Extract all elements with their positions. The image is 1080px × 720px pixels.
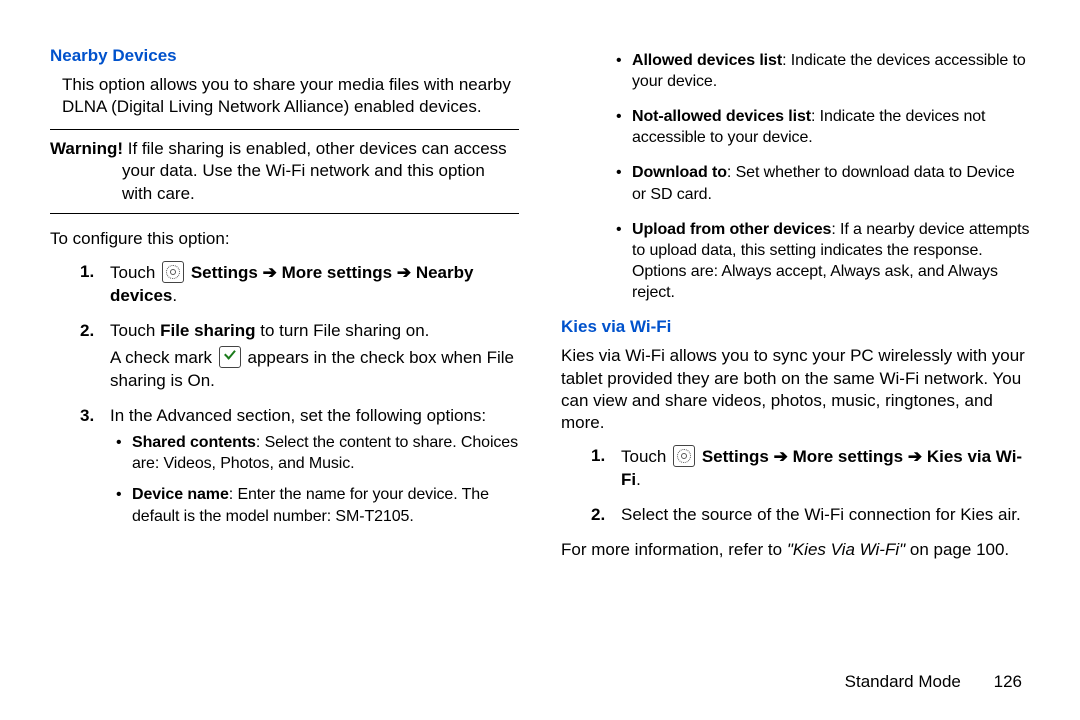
step-text-more-settings: More settings <box>277 263 397 282</box>
step-text: Touch <box>110 321 160 340</box>
more-info-b: on page 100. <box>905 540 1009 559</box>
manual-page: Nearby Devices This option allows you to… <box>0 0 1080 720</box>
bullet-download-to: Download to: Set whether to download dat… <box>616 162 1030 204</box>
bullet-label: Upload from other devices <box>632 221 831 238</box>
left-step-3: 3. In the Advanced section, set the foll… <box>50 405 519 526</box>
step-period: . <box>172 286 177 305</box>
step-number: 2. <box>591 504 605 527</box>
step-text-more-settings: More settings <box>788 447 908 466</box>
step-text-settings: Settings <box>191 263 263 282</box>
step-text-touch: Touch <box>110 263 160 282</box>
bullet-label: Device name <box>132 486 229 503</box>
step-text-touch: Touch <box>621 447 671 466</box>
arrow-icon: ➔ <box>908 447 922 466</box>
page-footer: Standard Mode 126 <box>845 672 1022 692</box>
bullet-allowed: Allowed devices list: Indicate the devic… <box>616 50 1030 92</box>
right-step-1: 1. Touch Settings ➔ More settings ➔ Kies… <box>561 445 1030 492</box>
left-steps: 1. Touch Settings ➔ More settings ➔ Near… <box>50 261 519 527</box>
right-step-2: 2. Select the source of the Wi-Fi connec… <box>561 504 1030 527</box>
right-bullets: Allowed devices list: Indicate the devic… <box>616 50 1030 303</box>
step-text: In the Advanced section, set the followi… <box>110 406 486 425</box>
bullet-not-allowed: Not-allowed devices list: Indicate the d… <box>616 106 1030 148</box>
bullet-label: Not-allowed devices list <box>632 108 811 125</box>
right-steps: 1. Touch Settings ➔ More settings ➔ Kies… <box>561 445 1030 527</box>
step-number: 1. <box>80 261 94 284</box>
nearby-devices-intro: This option allows you to share your med… <box>50 74 519 119</box>
bullet-device-name: Device name: Enter the name for your dev… <box>110 484 519 526</box>
gear-icon <box>162 261 184 283</box>
more-info-a: For more information, refer to <box>561 540 787 559</box>
warning-body: If file sharing is enabled, other device… <box>122 139 507 203</box>
right-column: Allowed devices list: Indicate the devic… <box>561 46 1030 571</box>
left-column: Nearby Devices This option allows you to… <box>50 46 519 571</box>
step-text: A check mark <box>110 348 217 367</box>
step-number: 1. <box>591 445 605 468</box>
footer-section: Standard Mode <box>845 672 961 691</box>
step-number: 3. <box>80 405 94 428</box>
arrow-icon: ➔ <box>263 263 277 282</box>
configure-intro: To configure this option: <box>50 228 519 250</box>
step-period: . <box>636 470 641 489</box>
step-text-bold: File sharing <box>160 321 255 340</box>
two-column-layout: Nearby Devices This option allows you to… <box>50 46 1030 571</box>
left-sub-bullets: Shared contents: Select the content to s… <box>110 432 519 526</box>
warning-label: Warning! <box>50 139 123 158</box>
heading-nearby-devices: Nearby Devices <box>50 46 519 66</box>
gear-icon <box>673 445 695 467</box>
warning-text: Warning! If file sharing is enabled, oth… <box>50 138 519 205</box>
arrow-icon: ➔ <box>397 263 411 282</box>
arrow-icon: ➔ <box>774 447 788 466</box>
left-step-1: 1. Touch Settings ➔ More settings ➔ Near… <box>50 261 519 308</box>
more-info: For more information, refer to "Kies Via… <box>561 539 1030 561</box>
bullet-label: Download to <box>632 164 727 181</box>
bullet-shared-contents: Shared contents: Select the content to s… <box>110 432 519 474</box>
bullet-label: Shared contents <box>132 434 256 451</box>
kies-intro: Kies via Wi-Fi allows you to sync your P… <box>561 345 1030 435</box>
warning-block: Warning! If file sharing is enabled, oth… <box>50 129 519 214</box>
bullet-upload: Upload from other devices: If a nearby d… <box>616 219 1030 303</box>
step-text: Select the source of the Wi-Fi connectio… <box>621 505 1021 524</box>
step-number: 2. <box>80 320 94 343</box>
step-text-settings: Settings <box>702 447 774 466</box>
footer-page-number: 126 <box>994 672 1022 691</box>
checkmark-icon <box>219 346 241 368</box>
more-info-ref: "Kies Via Wi-Fi" <box>787 540 905 559</box>
step-text: to turn File sharing on. <box>256 321 430 340</box>
left-step-2: 2. Touch File sharing to turn File shari… <box>50 320 519 394</box>
heading-kies: Kies via Wi-Fi <box>561 317 1030 337</box>
bullet-label: Allowed devices list <box>632 52 782 69</box>
